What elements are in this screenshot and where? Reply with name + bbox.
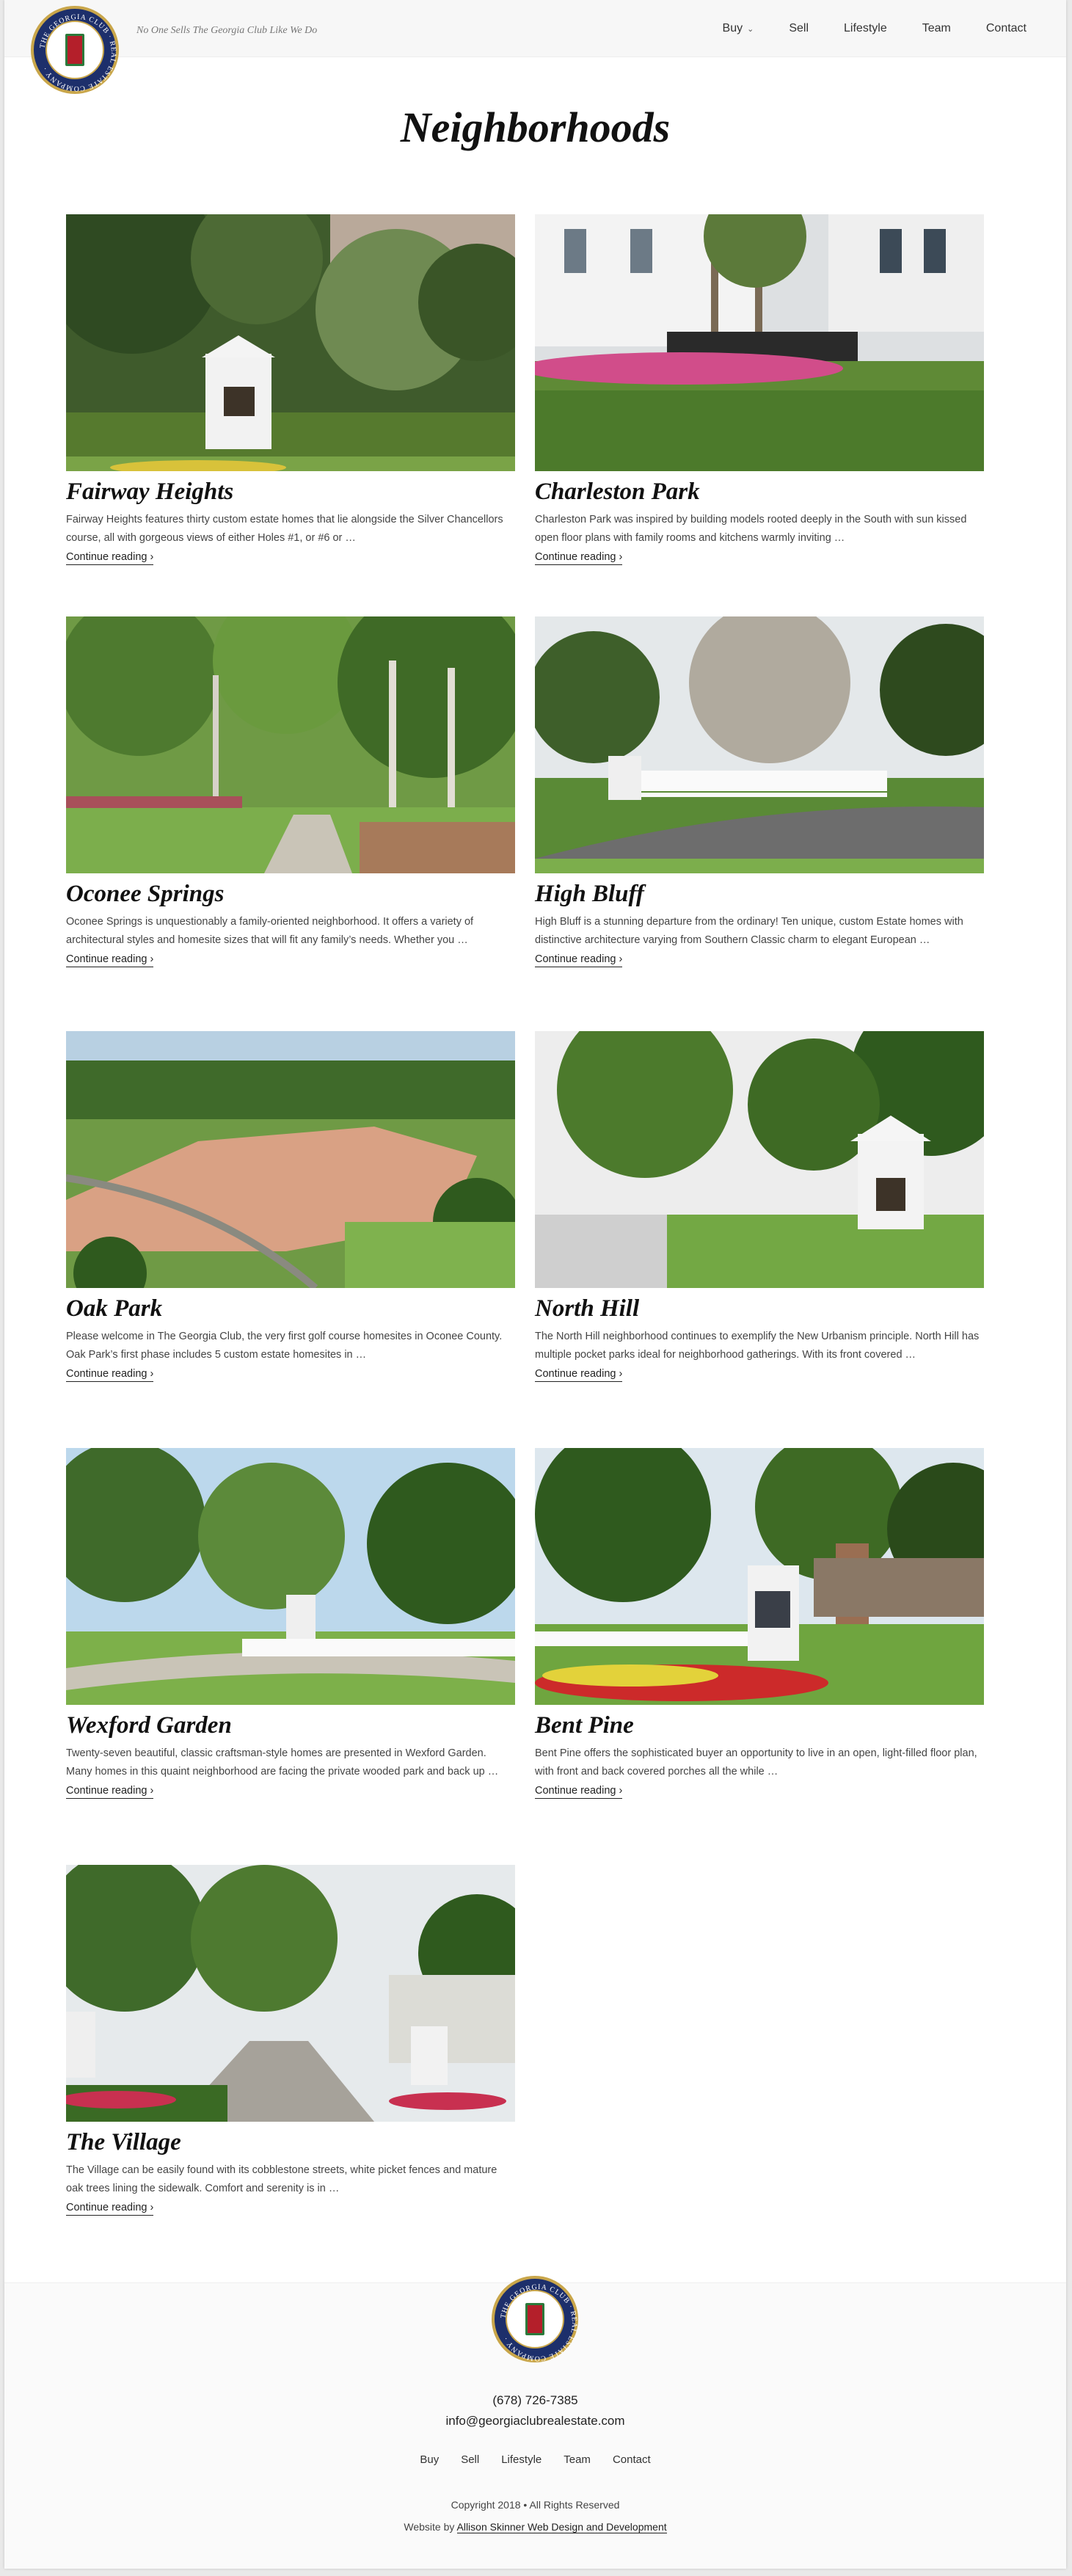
chevron-down-icon: ⌄ (747, 24, 754, 34)
neighborhood-card: Oak Park Please welcome in The Georgia C… (66, 1031, 515, 1382)
neighborhood-photo[interactable] (66, 214, 515, 471)
footer-nav-contact[interactable]: Contact (613, 2453, 651, 2466)
neighborhood-photo[interactable] (66, 1448, 515, 1705)
chevron-right-icon: › (619, 550, 623, 563)
neighborhood-title[interactable]: Oak Park (66, 1295, 515, 1323)
neighborhood-excerpt: The Village can be easily found with its… (66, 2164, 497, 2194)
link-label: Continue reading (66, 550, 147, 563)
neighborhood-excerpt: Oconee Springs is unquestionably a famil… (66, 915, 474, 946)
neighborhood-card: The Village The Village can be easily fo… (66, 1865, 515, 2216)
neighborhood-title[interactable]: Oconee Springs (66, 881, 515, 909)
nav-label: Buy (722, 22, 743, 34)
continue-reading-link[interactable]: Continue reading › (535, 1783, 623, 1799)
continue-reading-link[interactable]: Continue reading › (535, 550, 623, 565)
neighborhood-title[interactable]: Bent Pine (535, 1712, 984, 1740)
link-label: Continue reading (66, 1784, 147, 1797)
neighborhood-excerpt: High Bluff is a stunning departure from … (535, 915, 963, 946)
nav-label: Team (922, 22, 951, 34)
chevron-right-icon: › (150, 550, 154, 563)
neighborhood-photo[interactable] (66, 1865, 515, 2122)
nav-contact[interactable]: Contact (986, 22, 1027, 35)
continue-reading-link[interactable]: Continue reading › (66, 550, 154, 565)
chevron-right-icon: › (150, 953, 154, 965)
neighborhood-excerpt: Charleston Park was inspired by building… (535, 513, 967, 544)
site-credit: Website by Allison Skinner Web Design an… (4, 2521, 1066, 2533)
nav-sell[interactable]: Sell (789, 22, 809, 35)
neighborhood-photo[interactable] (535, 1031, 984, 1288)
neighborhood-title[interactable]: Wexford Garden (66, 1712, 515, 1740)
chevron-right-icon: › (619, 1367, 623, 1380)
footer-email[interactable]: info@georgiaclubrealestate.com (4, 2414, 1066, 2428)
neighborhood-photo[interactable] (535, 616, 984, 873)
credit-link[interactable]: Allison Skinner Web Design and Developme… (456, 2521, 667, 2533)
link-label: Continue reading (535, 1367, 616, 1380)
continue-reading-link[interactable]: Continue reading › (535, 952, 623, 967)
site-footer: THE GEORGIA CLUB · REAL ESTATE COMPANY ·… (4, 2276, 1066, 2569)
chevron-right-icon: › (150, 2201, 154, 2213)
chevron-right-icon: › (619, 953, 623, 965)
continue-reading-link[interactable]: Continue reading › (66, 1367, 154, 1382)
neighborhood-card: Oconee Springs Oconee Springs is unquest… (66, 616, 515, 967)
nav-label: Sell (789, 22, 809, 34)
footer-phone[interactable]: (678) 726-7385 (4, 2393, 1066, 2408)
chevron-right-icon: › (150, 1784, 154, 1797)
site-header: THE GEORGIA CLUB · REAL ESTATE COMPANY ·… (4, 0, 1066, 94)
footer-nav-team[interactable]: Team (564, 2453, 591, 2466)
nav-lifestyle[interactable]: Lifestyle (844, 22, 887, 35)
nav-label: Contact (985, 22, 1027, 34)
link-label: Continue reading (535, 953, 616, 965)
footer-nav-lifestyle[interactable]: Lifestyle (501, 2453, 542, 2466)
footer-nav: Buy Sell Lifestyle Team Contact (4, 2453, 1066, 2466)
neighborhood-title[interactable]: The Village (66, 2129, 515, 2157)
neighborhood-photo[interactable] (535, 1448, 984, 1705)
copyright: Copyright 2018 • All Rights Reserved (451, 2499, 620, 2511)
credit-prefix: Website by (404, 2521, 457, 2533)
footer-nav-buy[interactable]: Buy (420, 2453, 439, 2466)
svg-text:THE GEORGIA CLUB · REAL ESTATE: THE GEORGIA CLUB · REAL ESTATE COMPANY · (38, 13, 117, 92)
neighborhood-card: North Hill The North Hill neighborhood c… (535, 1031, 984, 1382)
neighborhood-card: Charleston Park Charleston Park was insp… (535, 214, 984, 565)
neighborhood-card: Wexford Garden Twenty-seven beautiful, c… (66, 1448, 515, 1799)
chevron-right-icon: › (619, 1784, 623, 1797)
neighborhood-excerpt: Please welcome in The Georgia Club, the … (66, 1330, 503, 1361)
nav-label: Lifestyle (844, 22, 887, 34)
page: THE GEORGIA CLUB · REAL ESTATE COMPANY ·… (4, 0, 1066, 2569)
nav-team[interactable]: Team (922, 22, 951, 35)
tagline: No One Sells The Georgia Club Like We Do (136, 25, 318, 36)
chevron-right-icon: › (150, 1367, 154, 1380)
svg-text:THE GEORGIA CLUB · REAL ESTATE: THE GEORGIA CLUB · REAL ESTATE COMPANY · (499, 2283, 578, 2362)
neighborhood-card: Bent Pine Bent Pine offers the sophistic… (535, 1448, 984, 1799)
continue-reading-link[interactable]: Continue reading › (535, 1367, 623, 1382)
link-label: Continue reading (535, 550, 616, 563)
neighborhood-card: High Bluff High Bluff is a stunning depa… (535, 616, 984, 967)
site-logo[interactable]: THE GEORGIA CLUB · REAL ESTATE COMPANY · (31, 6, 119, 94)
neighborhood-title[interactable]: Fairway Heights (66, 479, 515, 506)
neighborhood-photo[interactable] (66, 616, 515, 873)
continue-reading-link[interactable]: Continue reading › (66, 1783, 154, 1799)
continue-reading-link[interactable]: Continue reading › (66, 952, 154, 967)
neighborhood-excerpt: Bent Pine offers the sophisticated buyer… (535, 1747, 977, 1778)
link-label: Continue reading (66, 953, 147, 965)
neighborhood-title[interactable]: North Hill (535, 1295, 984, 1323)
nav-buy[interactable]: Buy ⌄ (723, 22, 754, 35)
main-nav: Buy ⌄ Sell Lifestyle Team Contact (723, 22, 1027, 35)
neighborhood-photo[interactable] (535, 214, 984, 471)
neighborhood-excerpt: Fairway Heights features thirty custom e… (66, 513, 503, 544)
neighborhood-excerpt: Twenty-seven beautiful, classic craftsma… (66, 1747, 499, 1778)
continue-reading-link[interactable]: Continue reading › (66, 2200, 154, 2216)
footer-nav-sell[interactable]: Sell (461, 2453, 479, 2466)
link-label: Continue reading (535, 1784, 616, 1797)
footer-logo[interactable]: THE GEORGIA CLUB · REAL ESTATE COMPANY · (492, 2276, 578, 2362)
neighborhood-photo[interactable] (66, 1031, 515, 1288)
neighborhood-card: Fairway Heights Fairway Heights features… (66, 214, 515, 565)
neighborhood-title[interactable]: High Bluff (535, 881, 984, 909)
link-label: Continue reading (66, 1367, 147, 1380)
page-title: Neighborhoods (400, 103, 671, 151)
neighborhood-title[interactable]: Charleston Park (535, 479, 984, 506)
neighborhood-excerpt: The North Hill neighborhood continues to… (535, 1330, 980, 1361)
link-label: Continue reading (66, 2201, 147, 2213)
